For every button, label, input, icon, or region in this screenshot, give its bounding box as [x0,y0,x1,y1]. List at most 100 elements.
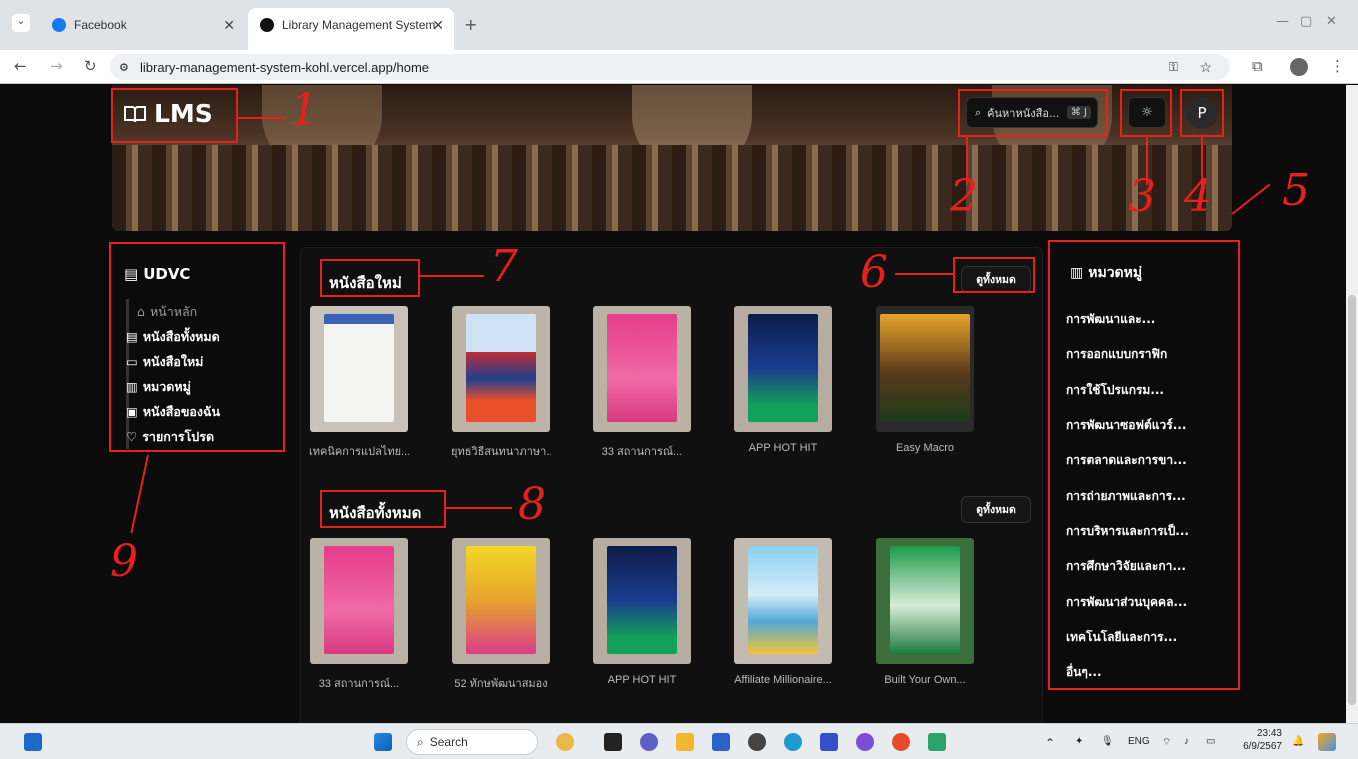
edge-icon[interactable] [784,733,802,751]
annotation-box-view-all [953,257,1035,293]
annotation-box-sidebar [109,242,285,452]
app-icon[interactable] [748,733,766,751]
annotation-line [420,275,484,277]
notification-bell-icon[interactable]: 🔔 [1292,736,1304,747]
annotation-box-search [958,89,1108,137]
book-card[interactable]: Built Your Own... [875,538,975,686]
restore-button[interactable]: ▢ [1300,14,1312,29]
annotation-label: 2 [950,171,978,222]
app-icon[interactable] [820,733,838,751]
app-icon[interactable] [1318,733,1336,751]
book-title: 33 สถานการณ์... [318,678,400,690]
annotation-label: 9 [110,536,138,587]
annotation-line [446,507,512,509]
book-cover [593,538,691,664]
close-tab-icon[interactable]: ✕ [432,17,444,34]
menu-dots-icon[interactable]: ⋮ [1330,57,1345,75]
copilot-icon[interactable] [556,733,574,751]
close-tab-icon[interactable]: ✕ [223,17,235,34]
chat-icon[interactable] [640,733,658,751]
url-text: library-management-system-kohl.vercel.ap… [140,59,430,75]
site-info-icon[interactable]: ⚙ [119,61,129,74]
book-cover [593,306,691,432]
annotation-box-all-books [320,490,446,528]
app-icon[interactable] [856,733,874,751]
annotation-label: 7 [490,241,518,292]
scrollbar[interactable] [1346,85,1358,723]
chrome-icon[interactable] [892,733,910,751]
book-title: 33 สถานการณ์... [601,446,683,458]
taskbar: ⌕ Search ⌃ ✦ 🎙 ENG ⌔ ♪ ▭ 23:43 6/9/2567 🔔 [0,723,1358,759]
book-card[interactable]: Affiliate Millionaire... [733,538,833,686]
book-cover [734,306,832,432]
book-cover [876,306,974,432]
language-indicator[interactable]: ENG [1128,736,1150,747]
wifi-icon[interactable]: ⌔ [1162,736,1171,749]
book-card[interactable]: 33 สถานการณ์... [592,306,692,460]
book-title: APP HOT HIT [607,674,677,686]
task-view-icon[interactable] [604,733,622,751]
annotation-label: 5 [1282,165,1310,216]
annotation-line [238,117,286,119]
reload-icon[interactable]: ↻ [84,57,97,75]
book-title: เทคนิคการแปลไทย... [309,446,409,458]
book-card[interactable]: 33 สถานการณ์... [309,538,409,692]
tray-chevron-icon[interactable]: ⌃ [1045,736,1055,750]
annotation-box-new-books [320,259,420,297]
forward-icon[interactable]: → [50,57,63,75]
book-cover [452,306,550,432]
windows-start-icon[interactable] [374,733,392,751]
annotation-label: 3 [1128,171,1156,222]
taskbar-search[interactable]: ⌕ Search [406,729,538,755]
annotation-label: 1 [290,85,318,136]
extensions-icon[interactable]: ⧉ [1252,57,1263,75]
book-card[interactable]: 52 ทักษพัฒนาสมอง [451,538,551,692]
book-cover [876,538,974,664]
app-icon[interactable] [928,733,946,751]
annotation-label: 8 [518,479,546,530]
file-explorer-icon[interactable] [676,733,694,751]
microphone-icon[interactable]: 🎙 [1101,736,1114,747]
minimize-button[interactable]: — [1276,14,1289,29]
tab-facebook[interactable]: Facebook ✕ [40,10,245,40]
facebook-icon [52,18,66,32]
password-key-icon[interactable]: ⚿ [1169,60,1178,75]
annotation-box-theme [1120,89,1172,137]
annotation-line [130,454,149,534]
book-title: ยุทธวิธีสนทนาภาษา... [451,446,551,458]
book-cover [452,538,550,664]
battery-icon[interactable]: ▭ [1206,736,1215,747]
annotation-label: 4 [1184,171,1212,222]
annotation-label: 6 [860,247,888,298]
book-card[interactable]: Easy Macro [875,306,975,454]
bookmark-star-icon[interactable]: ☆ [1199,59,1212,76]
view-all-books-button[interactable]: ดูทั้งหมด [961,496,1031,523]
tab-title: Library Management System [282,18,436,32]
volume-icon[interactable]: ♪ [1184,736,1189,747]
store-icon[interactable] [712,733,730,751]
book-cover [734,538,832,664]
taskbar-search-label: Search [429,735,468,749]
annotation-box-avatar [1180,89,1224,137]
book-card[interactable]: APP HOT HIT [592,538,692,686]
profile-avatar[interactable] [1290,58,1308,76]
book-card[interactable]: APP HOT HIT [733,306,833,454]
main-panel: หนังสือใหม่ ดูทั้งหมด เทคนิคการแปลไทย...… [300,247,1043,723]
book-cover [310,306,408,432]
book-card[interactable]: เทคนิคการแปลไทย... [309,306,409,460]
book-card[interactable]: ยุทธวิธีสนทนาภาษา... [451,306,551,460]
tray-app-icon[interactable]: ✦ [1075,736,1083,747]
new-tab-button[interactable]: + [464,15,477,34]
back-icon[interactable]: ← [14,57,27,75]
scrollbar-thumb[interactable] [1348,295,1356,705]
tab-search-button[interactable]: ⌄ [12,14,30,32]
clock[interactable]: 23:43 6/9/2567 [1240,727,1282,753]
annotation-box-categories [1048,240,1240,690]
annotation-line [1231,183,1271,215]
date-text: 6/9/2567 [1243,741,1282,752]
tab-lms[interactable]: Library Management System ✕ [248,8,454,50]
close-window-button[interactable]: ✕ [1326,14,1337,29]
widgets-icon[interactable] [24,733,42,751]
address-bar[interactable]: ⚙ library-management-system-kohl.vercel.… [110,54,1230,80]
book-cover [310,538,408,664]
